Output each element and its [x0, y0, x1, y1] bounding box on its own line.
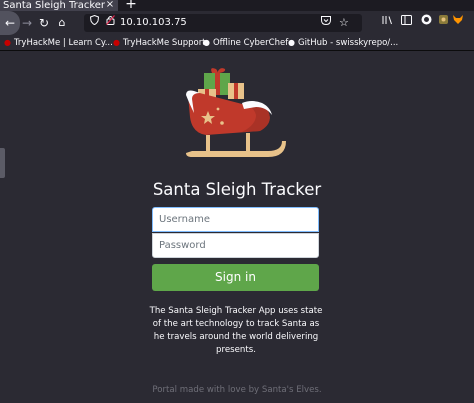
page-title: Santa Sleigh Tracker	[152, 180, 322, 199]
bookmark-star-icon[interactable]: ☆	[339, 14, 349, 32]
tryhackme-icon: ●	[4, 38, 11, 47]
close-tab-icon[interactable]: ×	[104, 0, 116, 11]
insecure-lock-icon[interactable]	[106, 14, 115, 32]
app-description: The Santa Sleigh Tracker App uses state …	[149, 306, 323, 355]
page-footer: Portal made with love by Santa's Elves.	[152, 385, 322, 395]
url-text[interactable]: 10.10.103.75	[120, 14, 187, 32]
extension-icon[interactable]	[436, 11, 450, 35]
library-icon[interactable]	[380, 11, 394, 35]
forward-button[interactable]: →	[20, 11, 34, 35]
bookmark-cyberchef[interactable]: ● Offline CyberChef	[203, 35, 288, 50]
extension-icon[interactable]	[419, 11, 433, 35]
cyberchef-icon: ●	[203, 38, 210, 47]
username-input[interactable]	[152, 207, 319, 232]
browser-tab[interactable]: Santa Sleigh Tracker	[0, 0, 118, 11]
page-content: Santa Sleigh Tracker Sign in The Santa S…	[0, 51, 474, 403]
navigation-toolbar: ← → ↻ ⌂ 10.10.103.75 ☆	[0, 11, 474, 35]
tryhackme-icon: ●	[113, 38, 120, 47]
reload-button[interactable]: ↻	[37, 11, 51, 35]
tab-strip: Santa Sleigh Tracker × +	[0, 0, 474, 11]
back-button[interactable]: ←	[0, 11, 20, 35]
tab-title: Santa Sleigh Tracker	[3, 0, 106, 11]
pocket-icon[interactable]	[321, 14, 331, 32]
bookmark-label: GitHub - swisskyrepo/...	[297, 38, 399, 48]
bookmark-label: Offline CyberChef	[212, 38, 289, 48]
address-bar[interactable]: 10.10.103.75 ☆	[84, 14, 362, 32]
bookmark-label: TryHackMe | Learn Cy...	[13, 38, 113, 48]
sidebar-handle[interactable]	[0, 148, 5, 178]
sleigh-logo	[186, 68, 286, 157]
bookmark-tryhackme-learn[interactable]: ● TryHackMe | Learn Cy...	[4, 35, 113, 50]
tracking-shield-icon[interactable]	[89, 14, 100, 32]
password-input[interactable]	[152, 233, 319, 258]
bookmark-tryhackme-support[interactable]: ● TryHackMe Support	[113, 35, 206, 50]
home-button[interactable]: ⌂	[55, 11, 69, 35]
github-icon: ●	[288, 38, 295, 47]
bookmarks-toolbar: ● TryHackMe | Learn Cy... ● TryHackMe Supp…	[0, 35, 474, 51]
new-tab-button[interactable]: +	[124, 0, 138, 11]
foxyproxy-icon[interactable]	[451, 11, 465, 35]
sidebar-icon[interactable]	[399, 11, 413, 35]
bookmark-label: TryHackMe Support	[122, 38, 206, 48]
sign-in-button[interactable]: Sign in	[152, 264, 319, 291]
bookmark-github[interactable]: ● GitHub - swisskyrepo/...	[288, 35, 398, 50]
